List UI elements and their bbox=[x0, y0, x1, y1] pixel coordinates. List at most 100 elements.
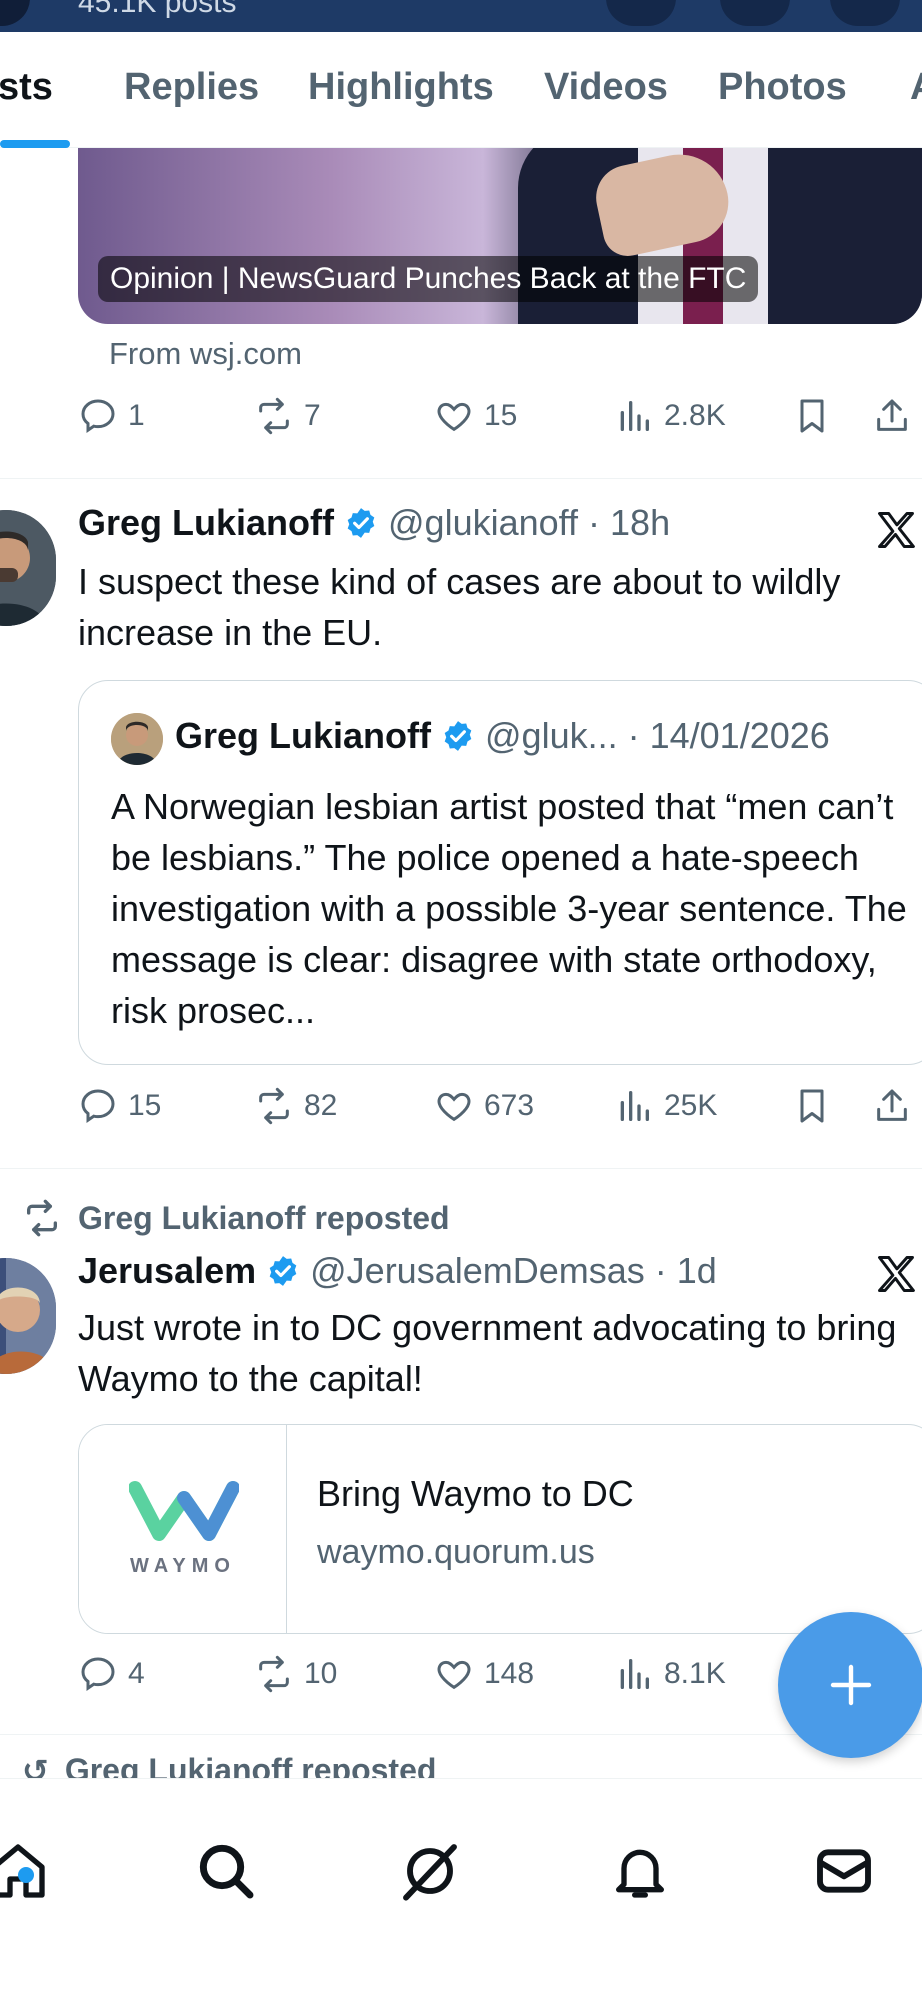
quoted-post-header: Greg Lukianoff @gluk... · 14/01/2026 bbox=[175, 715, 830, 757]
author-handle[interactable]: @JerusalemDemsas bbox=[310, 1250, 645, 1292]
repost-count: 7 bbox=[304, 399, 321, 432]
avatar[interactable] bbox=[0, 510, 56, 626]
bookmark-button[interactable] bbox=[792, 1086, 832, 1126]
verified-badge-icon bbox=[269, 1256, 297, 1286]
next-post-repost-indicator: ↺ Greg Lukianoff reposted bbox=[22, 1752, 436, 1778]
repost-icon: ↺ bbox=[22, 1753, 49, 1778]
unread-indicator bbox=[18, 1867, 34, 1883]
tab-replies[interactable]: Replies bbox=[124, 66, 259, 109]
repost-button[interactable]: 7 bbox=[254, 396, 321, 436]
post-header: Greg Lukianoff @glukianoff · 18h bbox=[78, 502, 670, 544]
x-logo-icon bbox=[878, 1256, 915, 1292]
waymo-logo-icon bbox=[129, 1481, 239, 1541]
like-button[interactable]: 673 bbox=[434, 1086, 534, 1126]
like-icon bbox=[437, 402, 471, 432]
views-count: 25K bbox=[664, 1089, 718, 1122]
link-preview-caption: Opinion | NewsGuard Punches Back at the … bbox=[98, 256, 759, 302]
bookmark-button[interactable] bbox=[792, 396, 832, 436]
post-actions: 15 82 673 25K bbox=[78, 1086, 922, 1136]
nav-messages[interactable] bbox=[812, 1839, 876, 1903]
like-count: 673 bbox=[484, 1089, 535, 1122]
header-button-share[interactable] bbox=[720, 0, 790, 26]
bookmark-icon bbox=[800, 399, 824, 433]
repost-label: Greg Lukianoff reposted bbox=[78, 1199, 450, 1236]
tab-highlights[interactable]: Highlights bbox=[308, 66, 494, 109]
link-card[interactable]: WAYMO Bring Waymo to DC waymo.quorum.us bbox=[78, 1424, 922, 1634]
post-time: · 1d bbox=[654, 1250, 717, 1291]
bookmark-icon bbox=[800, 1089, 824, 1123]
verified-badge-icon bbox=[347, 508, 375, 538]
compose-button[interactable] bbox=[778, 1612, 922, 1758]
author-name[interactable]: Jerusalem bbox=[78, 1250, 256, 1292]
post-text: I suspect these kind of cases are about … bbox=[78, 561, 841, 653]
tab-posts[interactable]: sts bbox=[0, 66, 53, 109]
views-button[interactable]: 2.8K bbox=[614, 396, 726, 436]
views-icon bbox=[620, 1659, 649, 1689]
tab-videos[interactable]: Videos bbox=[544, 66, 668, 109]
reply-count: 15 bbox=[128, 1089, 162, 1122]
like-count: 148 bbox=[484, 1657, 535, 1690]
reply-icon bbox=[81, 1657, 115, 1692]
quoted-post[interactable]: Greg Lukianoff @gluk... · 14/01/2026 A N… bbox=[78, 680, 922, 1065]
profile-header: 45.1K posts bbox=[0, 0, 922, 32]
posts-count: 45.1K posts bbox=[78, 0, 237, 19]
repost-indicator[interactable]: Greg Lukianoff reposted bbox=[22, 1198, 450, 1238]
avatar[interactable] bbox=[0, 1258, 56, 1374]
nav-search[interactable] bbox=[194, 1839, 258, 1903]
tab-articles[interactable]: A bbox=[910, 66, 922, 109]
tab-photos[interactable]: Photos bbox=[718, 66, 847, 109]
like-button[interactable]: 148 bbox=[434, 1654, 534, 1694]
repost-icon bbox=[259, 397, 289, 435]
waymo-wordmark: WAYMO bbox=[130, 1555, 236, 1577]
avatar-image bbox=[0, 1258, 56, 1374]
reply-count: 4 bbox=[128, 1657, 145, 1690]
reply-button[interactable]: 4 bbox=[78, 1654, 145, 1694]
verified-badge-icon bbox=[444, 721, 472, 751]
notifications-icon bbox=[616, 1849, 664, 1898]
repost-label: Greg Lukianoff reposted bbox=[64, 1752, 437, 1778]
post-time: · 18h bbox=[588, 502, 671, 543]
tab-active-indicator bbox=[0, 140, 70, 148]
link-card-title: Bring Waymo to DC bbox=[317, 1473, 634, 1514]
plus-icon bbox=[830, 1664, 872, 1706]
like-icon bbox=[437, 1660, 471, 1690]
views-button[interactable]: 8.1K bbox=[614, 1654, 726, 1694]
link-source[interactable]: From wsj.com bbox=[109, 336, 302, 372]
post-divider bbox=[0, 1168, 922, 1169]
repost-button[interactable]: 82 bbox=[254, 1086, 337, 1126]
share-icon bbox=[877, 1089, 907, 1121]
reply-count: 1 bbox=[128, 399, 145, 432]
views-button[interactable]: 25K bbox=[614, 1086, 717, 1126]
post-actions: 1 7 15 2.8K bbox=[78, 396, 922, 446]
nav-grok[interactable] bbox=[398, 1839, 462, 1903]
like-button[interactable]: 15 bbox=[434, 396, 517, 436]
header-button-more[interactable] bbox=[830, 0, 900, 26]
reply-button[interactable]: 1 bbox=[78, 396, 145, 436]
quoted-post-text: A Norwegian lesbian artist posted that “… bbox=[111, 786, 907, 1031]
post-divider bbox=[0, 478, 922, 479]
quoted-author-name: Greg Lukianoff bbox=[175, 715, 432, 756]
reply-button[interactable]: 15 bbox=[78, 1086, 161, 1126]
views-icon bbox=[620, 401, 649, 431]
post-divider bbox=[0, 1734, 922, 1735]
quoted-author-handle: @gluk... bbox=[485, 715, 618, 756]
nav-home[interactable] bbox=[0, 1839, 50, 1903]
share-button[interactable] bbox=[872, 1086, 912, 1126]
post-text: Just wrote in to DC government advocatin… bbox=[78, 1307, 897, 1399]
profile-avatar-edge bbox=[0, 0, 30, 26]
link-preview-image[interactable]: Opinion | NewsGuard Punches Back at the … bbox=[78, 148, 922, 324]
share-button[interactable] bbox=[872, 396, 912, 436]
search-icon bbox=[199, 1844, 254, 1899]
grok-icon bbox=[403, 1844, 457, 1901]
repost-button[interactable]: 10 bbox=[254, 1654, 337, 1694]
header-button-search[interactable] bbox=[606, 0, 676, 26]
views-count: 2.8K bbox=[664, 399, 726, 432]
author-handle[interactable]: @glukianoff bbox=[388, 502, 578, 544]
quoted-avatar bbox=[111, 713, 163, 765]
nav-notifications[interactable] bbox=[608, 1839, 672, 1903]
link-card-thumbnail: WAYMO bbox=[79, 1425, 287, 1633]
post-header: Jerusalem @JerusalemDemsas · 1d bbox=[78, 1250, 717, 1292]
messages-icon bbox=[817, 1849, 871, 1893]
author-name[interactable]: Greg Lukianoff bbox=[78, 502, 334, 544]
repost-icon bbox=[259, 1087, 289, 1125]
